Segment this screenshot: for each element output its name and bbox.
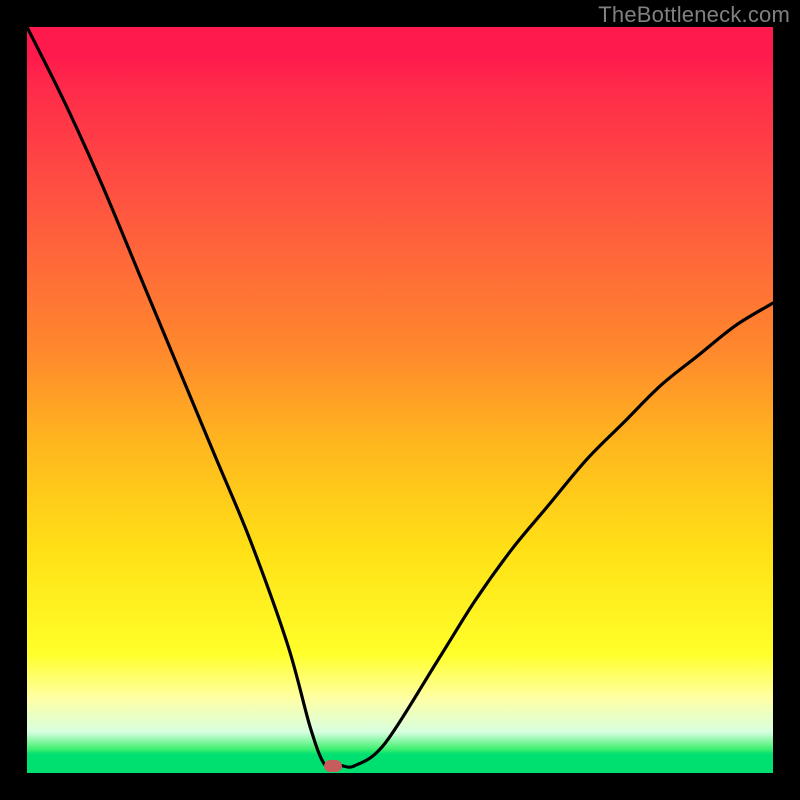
bottleneck-curve (27, 27, 773, 768)
chart-frame: TheBottleneck.com (0, 0, 800, 800)
watermark-text: TheBottleneck.com (598, 2, 790, 28)
plot-area (27, 27, 773, 773)
optimal-point-marker (324, 760, 342, 772)
curve-svg (27, 27, 773, 773)
